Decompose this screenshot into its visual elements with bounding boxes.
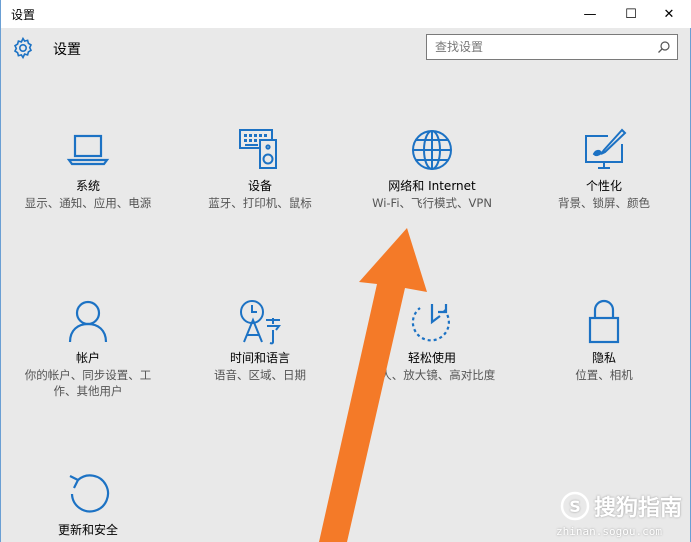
tile-update-security[interactable]: 更新和安全 <box>13 468 163 538</box>
annotation-arrow <box>319 228 427 542</box>
tile-label: 轻松使用 <box>407 351 456 365</box>
tile-privacy[interactable]: 隐私 位置、相机 <box>529 296 679 383</box>
tile-description: 显示、通知、应用、电源 <box>24 196 152 210</box>
tile-description: 背景、锁屏、颜色 <box>558 196 650 210</box>
minimize-button[interactable]: — <box>573 0 607 28</box>
tile-description: 位置、相机 <box>575 368 633 382</box>
tile-label: 时间和语言 <box>229 351 290 365</box>
close-button[interactable]: ✕ <box>652 0 686 28</box>
tile-personalization[interactable]: 个性化 背景、锁屏、颜色 <box>529 124 679 211</box>
maximize-button[interactable]: ☐ <box>614 0 648 28</box>
settings-window: 设置 — ☐ ✕ 设置 系统 显示、通知、应用、电源 <box>0 0 691 542</box>
watermark: S 搜狗指南 <box>560 490 682 522</box>
tile-description: Wi-Fi、飞行模式、VPN <box>372 196 492 210</box>
tile-label: 帐户 <box>75 351 100 365</box>
user-icon <box>68 300 108 343</box>
title-bar: 设置 — ☐ ✕ <box>1 0 691 28</box>
tile-accounts[interactable]: 帐户 你的帐户、同步设置、工作、其他用户 <box>13 296 163 399</box>
tile-label: 更新和安全 <box>57 523 118 537</box>
tile-description: 述人、放大镜、高对比度 <box>368 368 496 382</box>
gear-icon <box>13 36 33 60</box>
refresh-icon <box>69 474 110 513</box>
tile-description: 你的帐户、同步设置、工作、其他用户 <box>24 368 152 398</box>
tile-devices[interactable]: 设备 蓝牙、打印机、鼠标 <box>185 124 335 211</box>
tile-system[interactable]: 系统 显示、通知、应用、电源 <box>13 124 163 211</box>
svg-text:S: S <box>569 497 581 516</box>
paint-monitor-icon <box>585 128 627 169</box>
search-input[interactable] <box>427 35 645 59</box>
search-icon[interactable] <box>657 40 671 54</box>
keyboard-speaker-icon <box>239 129 277 169</box>
tile-label: 个性化 <box>585 179 622 193</box>
tile-label: 网络和 Internet <box>388 179 476 193</box>
watermark-url: zhinan.sogou.com <box>556 525 662 538</box>
tile-ease-of-access[interactable]: 轻松使用 述人、放大镜、高对比度 <box>357 296 507 383</box>
tile-label: 隐私 <box>591 351 616 365</box>
search-box[interactable] <box>426 34 678 60</box>
page-title: 设置 <box>53 42 81 58</box>
watermark-text: 搜狗指南 <box>593 496 682 521</box>
sogou-logo-icon: S <box>560 491 590 521</box>
tile-description: 蓝牙、打印机、鼠标 <box>208 196 312 210</box>
tile-time-language[interactable]: 时间和语言 语音、区域、日期 <box>185 296 335 383</box>
time-language-icon <box>240 300 281 345</box>
settings-header: 设置 <box>1 28 691 76</box>
tile-network[interactable]: 网络和 Internet Wi-Fi、飞行模式、VPN <box>357 124 507 211</box>
tile-label: 系统 <box>75 179 100 193</box>
tile-label: 设备 <box>247 179 272 193</box>
laptop-icon <box>66 134 110 166</box>
tile-description: 语音、区域、日期 <box>214 368 306 382</box>
lock-icon <box>588 299 620 344</box>
ease-of-access-icon <box>411 304 450 342</box>
window-title: 设置 <box>11 8 36 22</box>
globe-icon <box>412 130 452 170</box>
